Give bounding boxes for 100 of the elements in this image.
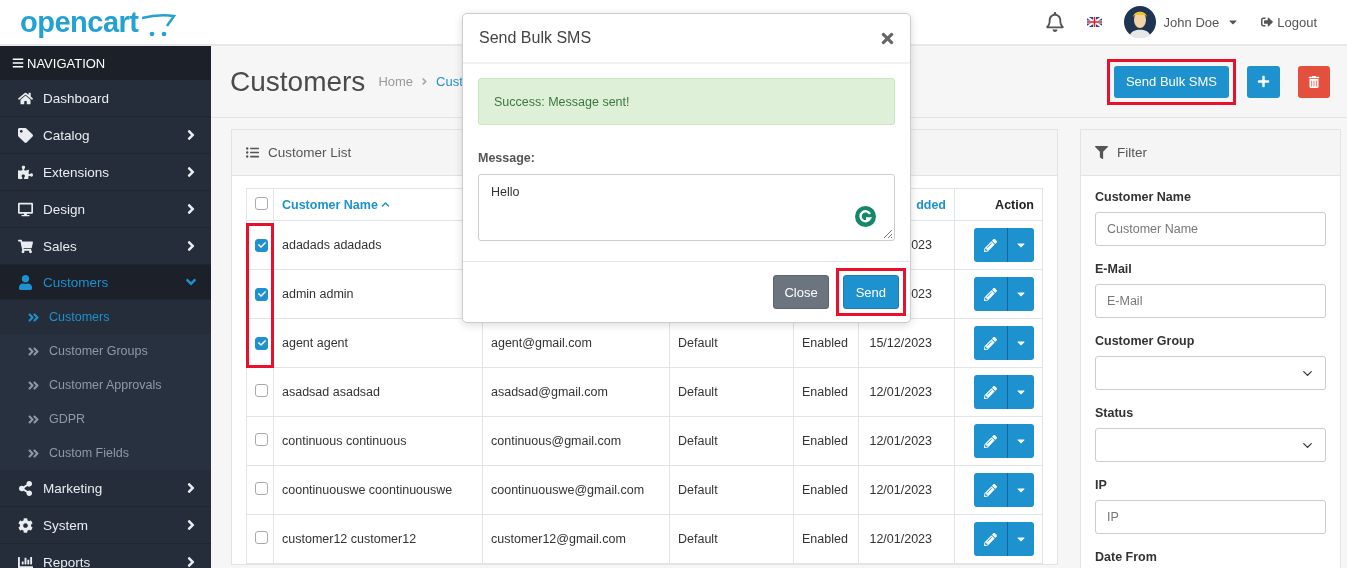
logout-icon xyxy=(1261,16,1274,28)
table-cell: 12/01/2023 xyxy=(869,483,932,497)
checkbox[interactable] xyxy=(255,336,268,350)
table-cell: coontinuouswe@gmail.com xyxy=(491,483,645,497)
dropdown-button[interactable] xyxy=(1007,326,1034,360)
cart-logo-icon xyxy=(140,12,177,37)
puzzle-icon xyxy=(18,164,33,180)
edit-button[interactable] xyxy=(974,375,1007,409)
double-chevron-icon xyxy=(27,344,40,358)
double-chevron-icon xyxy=(27,446,40,460)
list-icon xyxy=(246,146,259,159)
input-field[interactable]: IP xyxy=(1095,500,1326,534)
checkbox[interactable] xyxy=(255,433,268,446)
send-bulk-sms-button[interactable]: Send Bulk SMS xyxy=(1113,65,1229,98)
success-alert: Success: Message sent! xyxy=(478,78,895,125)
edit-button[interactable] xyxy=(974,326,1007,360)
flag-icon[interactable] xyxy=(1086,17,1102,27)
breadcrumb-link[interactable]: Cust xyxy=(436,74,463,89)
dropdown-button[interactable] xyxy=(1007,277,1034,311)
dropdown-button[interactable] xyxy=(1007,375,1034,409)
input-field[interactable]: Customer Name xyxy=(1095,212,1326,246)
dropdown-button[interactable] xyxy=(1007,228,1034,262)
table-cell: continuous@gmail.com xyxy=(491,434,622,448)
dropdown-button[interactable] xyxy=(1007,522,1034,556)
logo[interactable]: opencart xyxy=(20,7,139,37)
checkbox[interactable] xyxy=(255,196,268,210)
edit-button[interactable] xyxy=(974,424,1007,458)
double-chevron-icon xyxy=(27,412,40,426)
pencil-icon xyxy=(984,336,997,350)
menu-icon[interactable] xyxy=(12,57,24,69)
sidebar-subitem[interactable]: Custom Fields xyxy=(0,436,211,470)
bell-icon[interactable] xyxy=(1044,12,1065,32)
send-button[interactable]: Send xyxy=(842,275,899,309)
close-button[interactable]: Close xyxy=(773,275,829,309)
edit-button[interactable] xyxy=(974,522,1007,556)
sort-link[interactable]: dded xyxy=(916,197,946,212)
dropdown-button[interactable] xyxy=(1007,424,1034,458)
panel-title: Filter xyxy=(1117,145,1147,160)
edit-button[interactable] xyxy=(974,228,1007,262)
table-cell: Enabled xyxy=(802,434,848,448)
double-chevron-icon xyxy=(27,310,40,324)
checkbox[interactable] xyxy=(255,384,268,397)
table-cell: Default xyxy=(678,532,718,546)
table-cell: continuous continuous xyxy=(282,434,407,448)
tag-icon xyxy=(18,127,33,143)
modal-title: Send Bulk SMS xyxy=(479,29,593,47)
delete-button[interactable] xyxy=(1298,65,1330,98)
sidebar-item[interactable]: Customers xyxy=(0,265,211,300)
navigation-title: NAVIGATION xyxy=(27,55,106,71)
assistant-icon[interactable] xyxy=(855,206,876,227)
edit-button[interactable] xyxy=(974,277,1007,311)
resize-grip-icon[interactable] xyxy=(881,227,893,239)
sidebar-subitem[interactable]: GDPR xyxy=(0,402,211,436)
sidebar-subitem[interactable]: Customer Approvals xyxy=(0,368,211,402)
field-label: E-Mail xyxy=(1095,262,1133,276)
checkbox[interactable] xyxy=(255,238,268,252)
table-cell: Enabled xyxy=(802,483,848,497)
user-icon xyxy=(18,274,33,290)
pencil-icon xyxy=(984,287,997,301)
message-field[interactable]: Hello xyxy=(478,174,895,241)
table-cell: agent agent xyxy=(282,336,349,350)
checkbox[interactable] xyxy=(255,287,268,301)
table-cell: Enabled xyxy=(802,532,848,546)
field-label: IP xyxy=(1095,478,1108,492)
user-menu[interactable]: John Doe xyxy=(1163,14,1220,30)
dropdown-button[interactable] xyxy=(1007,473,1034,507)
field-label: Date From xyxy=(1095,550,1158,564)
avatar-icon[interactable] xyxy=(1123,6,1156,38)
table-cell: Default xyxy=(678,483,718,497)
table-cell: asadsad asadsad xyxy=(282,385,380,399)
checkbox[interactable] xyxy=(255,531,268,544)
field-label: Customer Name xyxy=(1095,190,1192,204)
sidebar-subitem[interactable]: Customer Groups xyxy=(0,334,211,368)
double-chevron-icon xyxy=(27,378,40,392)
pencil-icon xyxy=(984,532,997,546)
select-field[interactable] xyxy=(1095,356,1326,390)
table-cell: coontinuouswe coontinuouswe xyxy=(282,483,453,497)
select-field[interactable] xyxy=(1095,428,1326,462)
table-cell: Default xyxy=(678,385,718,399)
table-cell: 15/12/2023 xyxy=(869,336,932,350)
share-icon xyxy=(18,480,33,496)
logout-link[interactable]: Logout xyxy=(1261,14,1327,30)
checkbox[interactable] xyxy=(255,482,268,495)
monitor-icon xyxy=(18,201,33,217)
table-cell: admin admin xyxy=(282,287,354,301)
edit-button[interactable] xyxy=(974,473,1007,507)
field-label: Status xyxy=(1095,406,1135,420)
settings-icon xyxy=(18,517,33,533)
field-label: Message: xyxy=(478,151,536,165)
field-label: Customer Group xyxy=(1095,334,1196,348)
input-field[interactable]: E-Mail xyxy=(1095,284,1326,318)
table-cell: adadads adadads xyxy=(282,238,382,252)
add-button[interactable] xyxy=(1247,65,1280,98)
table-cell: Enabled xyxy=(802,336,848,350)
check-icon xyxy=(257,339,266,347)
table-cell: agent@gmail.com xyxy=(491,336,592,350)
breadcrumb-link[interactable]: Home xyxy=(378,74,414,89)
pencil-icon xyxy=(984,385,997,399)
bar-chart-icon xyxy=(18,554,33,568)
table-cell: customer12 customer12 xyxy=(282,532,417,546)
